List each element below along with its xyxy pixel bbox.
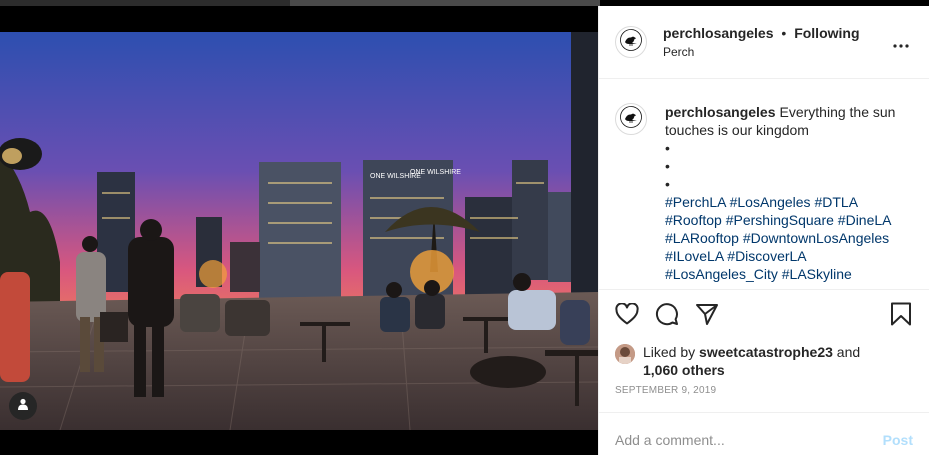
save-button[interactable] <box>889 302 913 331</box>
heart-icon <box>615 302 639 330</box>
post-date[interactable]: September 9, 2019 <box>599 384 929 412</box>
comment-icon <box>655 302 679 331</box>
hashtag-link[interactable]: #Rooftop <box>665 212 722 228</box>
location-link[interactable]: Perch <box>663 44 889 60</box>
hashtag-link[interactable]: #DowntownLosAngeles <box>743 230 889 246</box>
send-icon <box>695 302 719 331</box>
post-photo[interactable]: ONE WILSHIRE ONE WILSHIRE <box>0 32 598 430</box>
hashtag-link[interactable]: #DTLA <box>814 194 857 210</box>
svg-text:ONE WILSHIRE: ONE WILSHIRE <box>410 169 461 176</box>
media-letterbox <box>0 430 598 455</box>
caption-bullet: • <box>665 158 670 174</box>
hashtag-link[interactable]: #LosAngeles_City <box>665 266 778 282</box>
user-tag-button[interactable] <box>9 392 37 420</box>
likes-prefix: Liked by <box>643 344 696 360</box>
action-bar <box>599 289 929 343</box>
share-button[interactable] <box>695 302 719 331</box>
hashtag-link[interactable]: #ILoveLA <box>665 248 723 264</box>
comment-input[interactable] <box>615 431 883 448</box>
more-horizontal-icon <box>893 32 909 53</box>
post-media[interactable]: ONE WILSHIRE ONE WILSHIRE <box>0 32 598 455</box>
comment-button[interactable] <box>655 302 679 331</box>
caption-bullet: • <box>665 140 670 156</box>
comments-section: perchlosangeles Everything the sun touche… <box>599 79 929 289</box>
avatar[interactable] <box>615 26 647 58</box>
hashtag-link[interactable]: #PerchLA <box>665 194 726 210</box>
post-comment-button[interactable]: Post <box>883 432 913 448</box>
bird-logo-icon <box>620 28 642 56</box>
comment-form: Post <box>599 412 929 455</box>
caption: perchlosangeles Everything the sun touche… <box>665 103 905 289</box>
likes-summary: Liked by sweetcatastrophe23 and 1,060 ot… <box>599 343 929 379</box>
hashtag-link[interactable]: #LARooftop <box>665 230 739 246</box>
like-button[interactable] <box>615 302 639 330</box>
likes-count-link[interactable]: 1,060 others <box>643 362 725 378</box>
post-header: perchlosangeles • Following Perch <box>599 6 929 79</box>
more-options-button[interactable] <box>889 30 913 54</box>
hashtag-link[interactable]: #LosAngeles <box>730 194 811 210</box>
bookmark-icon <box>890 302 912 331</box>
hashtag-link[interactable]: #DineLA <box>838 212 891 228</box>
hashtag-link[interactable]: #LASkyline <box>782 266 852 282</box>
caption-bullet: • <box>665 176 670 192</box>
caption-avatar[interactable] <box>615 103 647 135</box>
hashtag-link[interactable]: #DiscoverLA <box>727 248 806 264</box>
post-sidebar: perchlosangeles • Following Perch perchl… <box>598 6 929 455</box>
hashtag-list: #PerchLA #LosAngeles #DTLA #Rooftop #Per… <box>665 193 905 283</box>
caption-username[interactable]: perchlosangeles <box>665 104 776 120</box>
header-separator: • <box>781 25 787 41</box>
header-username[interactable]: perchlosangeles <box>663 25 774 41</box>
bird-logo-icon <box>620 105 642 133</box>
user-icon <box>17 397 29 415</box>
follow-status-button[interactable]: Following <box>794 25 859 41</box>
liker-avatar[interactable] <box>615 344 635 364</box>
likes-connector: and <box>836 344 861 360</box>
hashtag-link[interactable]: #PershingSquare <box>726 212 834 228</box>
liker-username[interactable]: sweetcatastrophe23 <box>699 344 833 360</box>
